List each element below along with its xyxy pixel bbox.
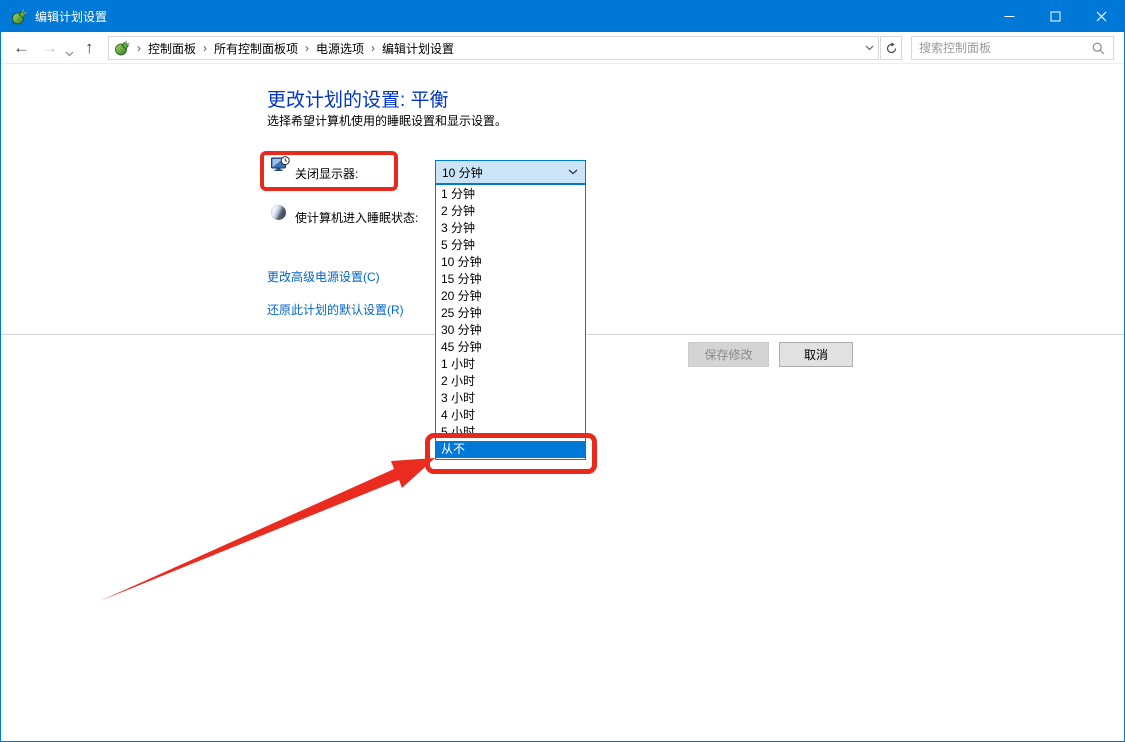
minimize-button[interactable] [986, 1, 1032, 32]
restore-default-settings-link[interactable]: 还原此计划的默认设置(R) [267, 301, 404, 318]
back-icon: ← [13, 38, 30, 58]
dropdown-option[interactable]: 从不 [436, 441, 585, 458]
sleep-icon [271, 205, 286, 220]
display-timeout-select[interactable]: 10 分钟 [435, 160, 586, 184]
power-plug-icon [11, 9, 27, 25]
dropdown-option[interactable]: 4 小时 [436, 407, 585, 424]
navigation-bar: ← → ↑ › 控制面板 › 所有控制面板项 › 电源选项 › 编辑计划设置 [1, 32, 1124, 64]
change-advanced-power-settings-link[interactable]: 更改高级电源设置(C) [267, 268, 380, 285]
dropdown-option[interactable]: 1 分钟 [436, 186, 585, 203]
power-plug-icon [114, 40, 130, 56]
dropdown-option[interactable]: 25 分钟 [436, 305, 585, 322]
breadcrumb-separator: › [137, 41, 141, 55]
maximize-button[interactable] [1032, 1, 1078, 32]
breadcrumb-separator: › [371, 41, 375, 55]
breadcrumb: › 控制面板 › 所有控制面板项 › 电源选项 › 编辑计划设置 [108, 36, 879, 60]
address-dropdown-button[interactable] [861, 45, 878, 51]
refresh-icon [885, 42, 898, 55]
dropdown-option[interactable]: 10 分钟 [436, 254, 585, 271]
forward-icon: → [41, 38, 58, 58]
minimize-icon [1004, 11, 1015, 22]
up-icon: ↑ [85, 38, 94, 58]
recent-pages-button[interactable] [65, 44, 74, 62]
sleep-label: 使计算机进入睡眠状态: [295, 209, 418, 226]
display-timeout-options-list: 1 分钟2 分钟3 分钟5 分钟10 分钟15 分钟20 分钟25 分钟30 分… [435, 184, 586, 460]
dropdown-option[interactable]: 5 分钟 [436, 237, 585, 254]
search-box [911, 36, 1114, 60]
dropdown-option[interactable]: 2 分钟 [436, 203, 585, 220]
dropdown-option[interactable]: 30 分钟 [436, 322, 585, 339]
edit-plan-settings-window: 编辑计划设置 ← → ↑ › [0, 0, 1125, 742]
window-title: 编辑计划设置 [35, 8, 107, 25]
refresh-button[interactable] [880, 36, 902, 60]
breadcrumb-item-power-options[interactable]: 电源选项 [316, 40, 364, 57]
page-description: 选择希望计算机使用的睡眠设置和显示设置。 [267, 112, 507, 129]
dropdown-option[interactable]: 2 小时 [436, 373, 585, 390]
breadcrumb-item-control-panel[interactable]: 控制面板 [148, 40, 196, 57]
turn-off-display-icon [271, 156, 291, 173]
breadcrumb-item-all-items[interactable]: 所有控制面板项 [214, 40, 298, 57]
dropdown-option[interactable]: 3 小时 [436, 390, 585, 407]
dropdown-option[interactable]: 3 分钟 [436, 220, 585, 237]
chevron-down-icon [65, 51, 74, 57]
dropdown-option[interactable]: 15 分钟 [436, 271, 585, 288]
search-input[interactable] [912, 41, 1092, 55]
breadcrumb-separator: › [203, 41, 207, 55]
dropdown-option[interactable]: 1 小时 [436, 356, 585, 373]
dropdown-option[interactable]: 5 小时 [436, 424, 585, 441]
chevron-down-icon [568, 169, 578, 175]
up-button[interactable]: ↑ [85, 32, 94, 63]
chevron-down-icon [865, 45, 874, 51]
cancel-button[interactable]: 取消 [779, 342, 853, 367]
forward-button[interactable]: → [41, 32, 58, 63]
title-bar: 编辑计划设置 [1, 1, 1124, 32]
dropdown-option[interactable]: 45 分钟 [436, 339, 585, 356]
selected-option: 10 分钟 [436, 164, 568, 181]
save-changes-button[interactable]: 保存修改 [688, 342, 769, 367]
breadcrumb-separator: › [305, 41, 309, 55]
close-button[interactable] [1078, 1, 1124, 32]
maximize-icon [1050, 11, 1061, 22]
dropdown-option[interactable]: 20 分钟 [436, 288, 585, 305]
window-controls [986, 1, 1124, 32]
breadcrumb-item-edit-plan[interactable]: 编辑计划设置 [382, 40, 454, 57]
back-button[interactable]: ← [13, 32, 30, 63]
close-icon [1096, 11, 1107, 22]
turn-off-display-label: 关闭显示器: [295, 165, 358, 182]
page-title: 更改计划的设置: 平衡 [267, 85, 449, 112]
search-icon[interactable] [1092, 42, 1105, 55]
